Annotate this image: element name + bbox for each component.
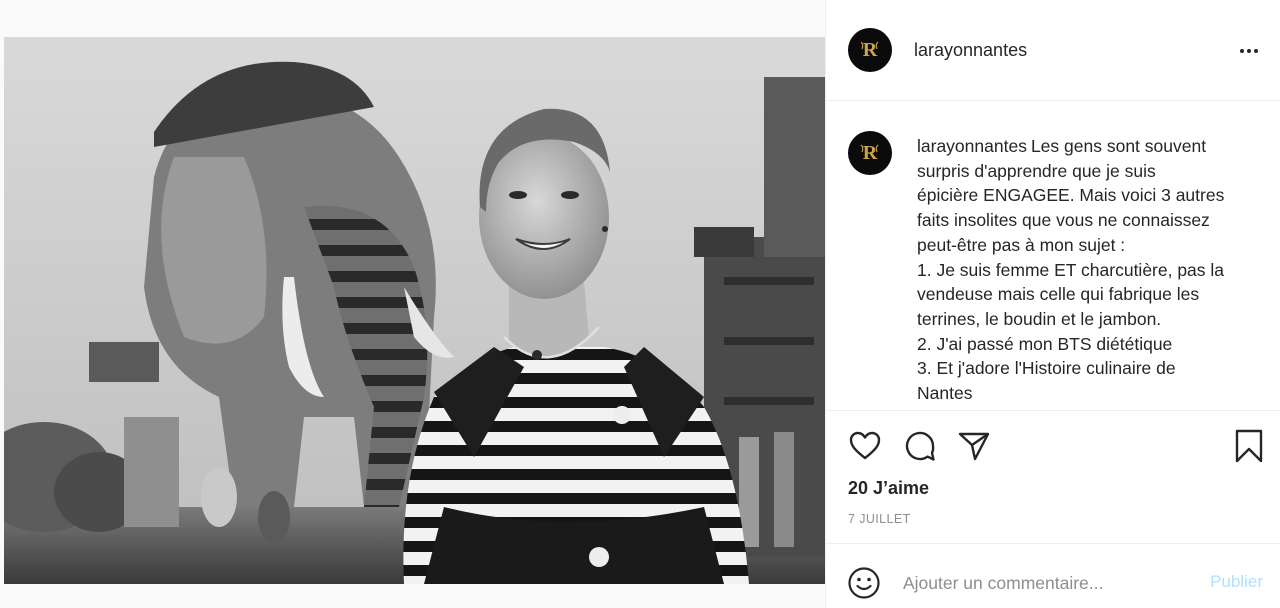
post-viewer: R larayonnantes R larayonnantes Les gens … <box>0 0 1280 608</box>
caption-line: 1. Je suis femme ET charcutière, pas la <box>917 259 1225 280</box>
bookmark-icon[interactable] <box>1231 428 1267 464</box>
likes-count[interactable]: 20 J’aime <box>848 478 929 499</box>
comment-input[interactable] <box>903 569 1183 597</box>
post-caption: larayonnantes Les gens sont souvent surpr… <box>917 134 1262 406</box>
post-actions: 20 J’aime 7 juillet <box>826 412 1280 542</box>
caption-line: Nantes <box>917 383 973 404</box>
post-date[interactable]: 7 juillet <box>848 512 911 526</box>
caption-line: faits insolites que vous ne connaissez <box>917 210 1210 231</box>
caption-username[interactable]: larayonnantes <box>917 136 1027 156</box>
caption-line: peut-être pas à mon sujet : <box>917 234 1126 255</box>
caption-line: vendeuse mais celle qui fabrique les <box>917 284 1200 305</box>
profile-avatar[interactable]: R <box>848 28 892 72</box>
caption-scroll-area[interactable]: R larayonnantes Les gens sont souvent sur… <box>826 101 1280 411</box>
logo-sprig-icon <box>860 41 879 50</box>
post-photo-image <box>4 37 825 584</box>
publish-button[interactable]: Publier <box>1210 572 1263 592</box>
caption-line: terrines, le boudin et le jambon. <box>917 308 1162 329</box>
post-media <box>0 0 825 608</box>
comment-bar: Publier <box>826 543 1280 608</box>
caption-text: Les gens sont souvent <box>1030 136 1207 156</box>
caption-line: larayonnantes Les gens sont souvent <box>917 134 1262 159</box>
caption-line: 2. J'ai passé mon BTS diététique <box>917 333 1173 354</box>
post-author-username[interactable]: larayonnantes <box>914 40 1027 61</box>
caption-line: 3. Et j'adore l'Histoire culinaire de <box>917 358 1176 379</box>
heart-icon[interactable] <box>847 428 883 464</box>
paper-plane-icon[interactable] <box>956 428 992 464</box>
caption-avatar[interactable]: R <box>848 131 892 175</box>
comment-bubble-icon[interactable] <box>902 428 938 464</box>
post-header: R larayonnantes <box>826 0 1280 101</box>
emoji-smiley-icon[interactable] <box>846 565 882 601</box>
logo-sprig-icon <box>860 144 879 153</box>
more-options-icon[interactable] <box>1235 38 1263 64</box>
caption-line: épicière ENGAGEE. Mais voici 3 autres <box>917 185 1225 206</box>
post-photo[interactable] <box>4 37 825 584</box>
caption-line: surpris d'apprendre que je suis <box>917 160 1156 181</box>
post-side-panel: R larayonnantes R larayonnantes Les gens … <box>825 0 1280 608</box>
